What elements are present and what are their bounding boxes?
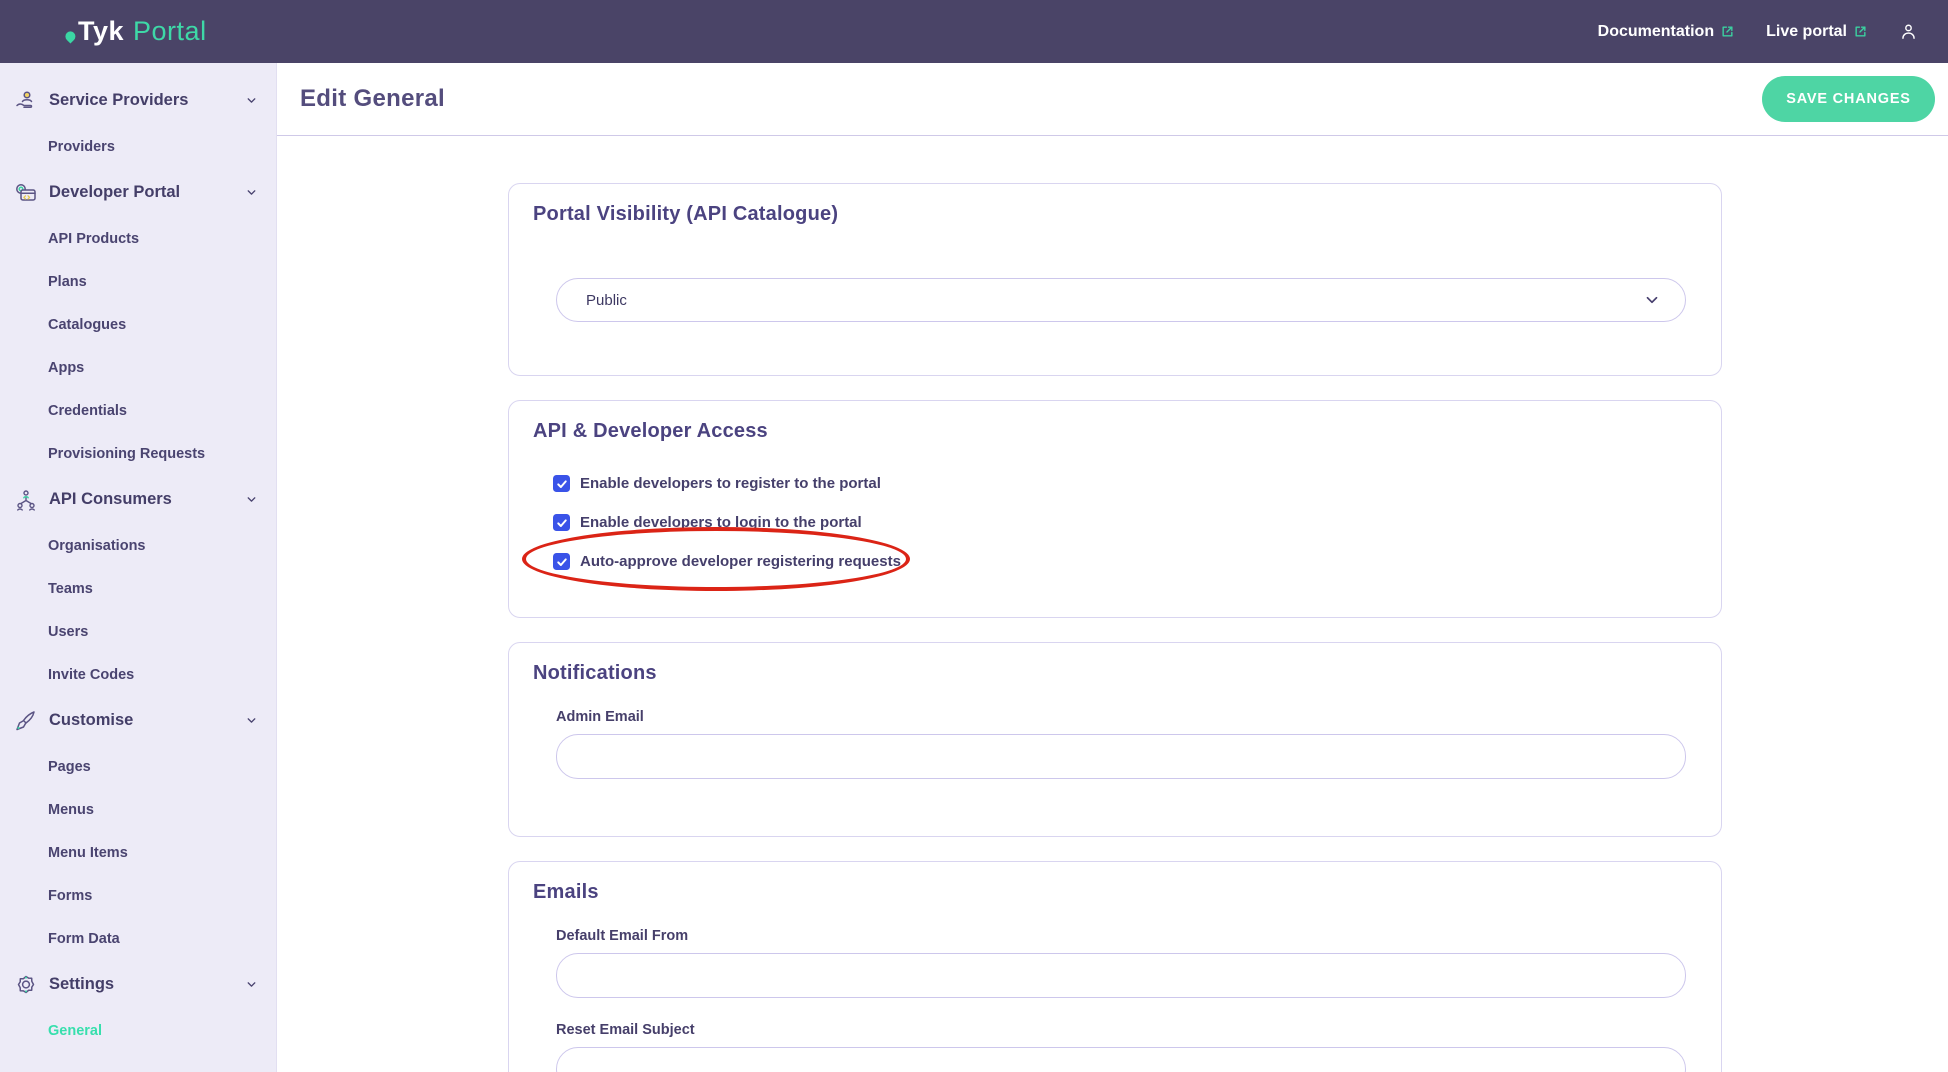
chevron-down-icon xyxy=(245,714,258,727)
service-providers-icon xyxy=(13,89,40,113)
sidebar-item-pages[interactable]: Pages xyxy=(0,745,276,788)
sidebar-header-developer-portal[interactable]: Developer Portal xyxy=(0,168,276,217)
sidebar-item-credentials[interactable]: Credentials xyxy=(0,389,276,432)
logo-product: Portal xyxy=(133,16,207,47)
sidebar-header-label: API Consumers xyxy=(49,490,172,509)
sidebar-item-catalogues[interactable]: Catalogues xyxy=(0,303,276,346)
checkbox-row-register[interactable]: Enable developers to register to the por… xyxy=(553,475,881,492)
sidebar-header-service-providers[interactable]: Service Providers xyxy=(0,76,276,125)
sidebar-item-organisations[interactable]: Organisations xyxy=(0,524,276,567)
card-title: API & Developer Access xyxy=(533,420,1697,443)
sidebar-item-apps[interactable]: Apps xyxy=(0,346,276,389)
card-title: Notifications xyxy=(533,662,1697,685)
portal-visibility-select[interactable]: Public xyxy=(556,278,1686,322)
checkbox-label: Auto-approve developer registering reque… xyxy=(580,553,901,570)
default-email-from-field-group: Default Email From xyxy=(556,928,1697,998)
sidebar-header-label: Settings xyxy=(49,975,114,994)
field-label: Default Email From xyxy=(556,928,1697,944)
sidebar-item-users[interactable]: Users xyxy=(0,610,276,653)
developer-portal-icon xyxy=(13,181,40,205)
external-link-icon xyxy=(1854,25,1867,38)
documentation-link-label: Documentation xyxy=(1598,23,1714,41)
sidebar-header-api-consumers[interactable]: API Consumers xyxy=(0,475,276,524)
sidebar-item-general[interactable]: General xyxy=(0,1009,276,1052)
sidebar-header-settings[interactable]: Settings xyxy=(0,960,276,1009)
notifications-card: Notifications Admin Email xyxy=(508,642,1722,837)
sidebar-header-customise[interactable]: Customise xyxy=(0,696,276,745)
sidebar-item-provisioning-requests[interactable]: Provisioning Requests xyxy=(0,432,276,475)
select-value: Public xyxy=(586,292,627,309)
emails-card: Emails Default Email From Reset Email Su… xyxy=(508,861,1722,1072)
chevron-down-icon xyxy=(245,978,258,991)
sidebar-item-plans[interactable]: Plans xyxy=(0,260,276,303)
logo-brand: Tyk xyxy=(78,16,124,47)
sidebar-item-invite-codes[interactable]: Invite Codes xyxy=(0,653,276,696)
save-changes-button[interactable]: SAVE CHANGES xyxy=(1762,76,1935,122)
settings-form: Portal Visibility (API Catalogue) Public… xyxy=(277,136,1948,1072)
api-consumers-icon xyxy=(13,488,40,512)
page-title: Edit General xyxy=(300,85,445,113)
checkbox-checked[interactable] xyxy=(553,514,570,531)
admin-email-field-group: Admin Email xyxy=(556,709,1697,779)
portal-visibility-card: Portal Visibility (API Catalogue) Public xyxy=(508,183,1722,376)
documentation-link[interactable]: Documentation xyxy=(1598,23,1734,41)
checkbox-checked[interactable] xyxy=(553,553,570,570)
customise-icon xyxy=(13,709,40,733)
user-profile-icon[interactable] xyxy=(1899,22,1918,41)
sidebar-item-api-products[interactable]: API Products xyxy=(0,217,276,260)
checkbox-row-login[interactable]: Enable developers to login to the portal xyxy=(553,514,862,531)
field-label: Admin Email xyxy=(556,709,1697,725)
checkbox-label: Enable developers to login to the portal xyxy=(580,514,862,531)
api-developer-access-card: API & Developer Access Enable developers… xyxy=(508,400,1722,618)
default-email-from-input[interactable] xyxy=(556,953,1686,998)
page-header: Edit General SAVE CHANGES xyxy=(277,63,1948,136)
sidebar-header-label: Customise xyxy=(49,711,133,730)
sidebar-item-menus[interactable]: Menus xyxy=(0,788,276,831)
checkbox-row-auto-approve[interactable]: Auto-approve developer registering reque… xyxy=(553,553,901,570)
checkbox-label: Enable developers to register to the por… xyxy=(580,475,881,492)
field-label: Reset Email Subject xyxy=(556,1022,1697,1038)
checkbox-checked[interactable] xyxy=(553,475,570,492)
chevron-down-icon xyxy=(245,94,258,107)
chevron-down-icon xyxy=(245,186,258,199)
sidebar-item-forms[interactable]: Forms xyxy=(0,874,276,917)
sidebar-item-menu-items[interactable]: Menu Items xyxy=(0,831,276,874)
external-link-icon xyxy=(1721,25,1734,38)
sidebar-header-label: Service Providers xyxy=(49,91,188,110)
reset-email-subject-input[interactable] xyxy=(556,1047,1686,1072)
card-title: Portal Visibility (API Catalogue) xyxy=(533,203,1697,226)
chevron-down-icon xyxy=(245,493,258,506)
chevron-down-icon xyxy=(1643,291,1661,309)
tyk-portal-logo[interactable]: Tyk Portal xyxy=(64,16,207,47)
sidebar-header-label: Developer Portal xyxy=(49,183,180,202)
card-title: Emails xyxy=(533,881,1697,904)
settings-icon xyxy=(13,973,40,997)
leaf-icon xyxy=(63,29,77,43)
live-portal-link[interactable]: Live portal xyxy=(1766,23,1867,41)
reset-email-subject-field-group: Reset Email Subject xyxy=(556,1022,1697,1072)
admin-email-input[interactable] xyxy=(556,734,1686,779)
live-portal-link-label: Live portal xyxy=(1766,23,1847,41)
sidebar-item-form-data[interactable]: Form Data xyxy=(0,917,276,960)
sidebar-nav: Service Providers Providers Developer Po… xyxy=(0,63,277,1072)
sidebar-item-teams[interactable]: Teams xyxy=(0,567,276,610)
sidebar-item-providers[interactable]: Providers xyxy=(0,125,276,168)
topbar: Tyk Portal Documentation Live portal xyxy=(0,0,1948,63)
